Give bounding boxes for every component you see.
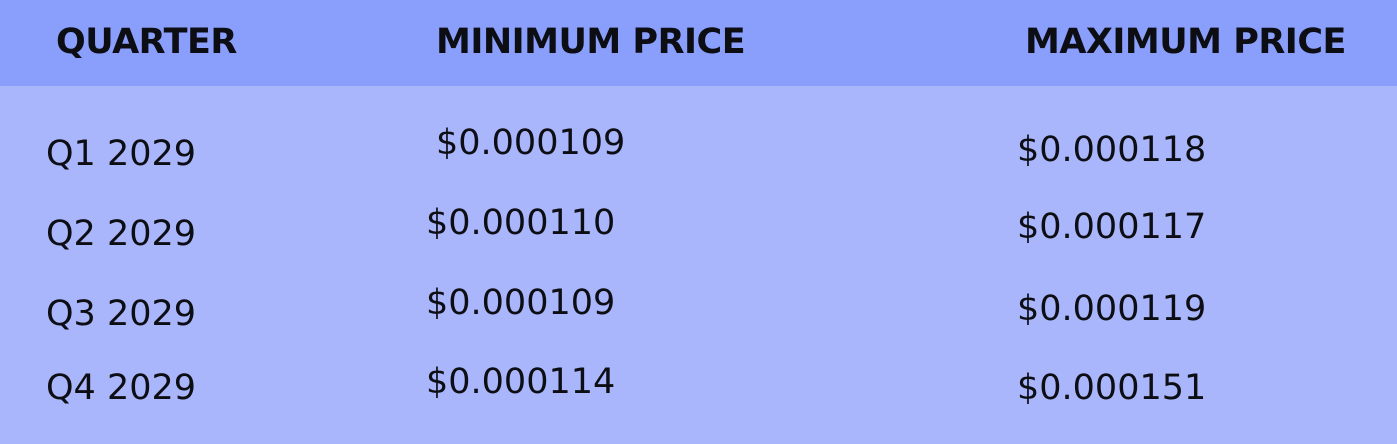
cell-quarter: Q3 2029 [46, 294, 197, 334]
cell-min-price: $0.000114 [426, 362, 616, 402]
cell-quarter: Q1 2029 [46, 134, 197, 174]
table-row: Q2 2029 $0.000110 $0.000117 [0, 203, 1397, 290]
cell-min-price: $0.000109 [436, 123, 626, 163]
cell-quarter: Q2 2029 [46, 214, 197, 254]
cell-min-price: $0.000109 [426, 283, 616, 323]
cell-quarter: Q4 2029 [46, 368, 197, 408]
price-table: QUARTER MINIMUM PRICE MAXIMUM PRICE Q1 2… [0, 0, 1397, 427]
cell-max-price: $0.000151 [1017, 368, 1207, 408]
header-maximum-price: MAXIMUM PRICE [1025, 22, 1346, 62]
table-row: Q1 2029 $0.000109 $0.000118 [0, 123, 1397, 210]
header-minimum-price: MINIMUM PRICE [436, 22, 746, 62]
cell-max-price: $0.000117 [1017, 207, 1207, 247]
cell-min-price: $0.000110 [426, 203, 616, 243]
cell-max-price: $0.000118 [1017, 130, 1207, 170]
table-header: QUARTER MINIMUM PRICE MAXIMUM PRICE [0, 0, 1397, 86]
table-body: Q1 2029 $0.000109 $0.000118 Q2 2029 $0.0… [0, 86, 1397, 427]
table-row: Q4 2029 $0.000114 $0.000151 [0, 362, 1397, 444]
table-row: Q3 2029 $0.000109 $0.000119 [0, 283, 1397, 370]
cell-max-price: $0.000119 [1017, 289, 1207, 329]
header-quarter: QUARTER [56, 22, 237, 62]
